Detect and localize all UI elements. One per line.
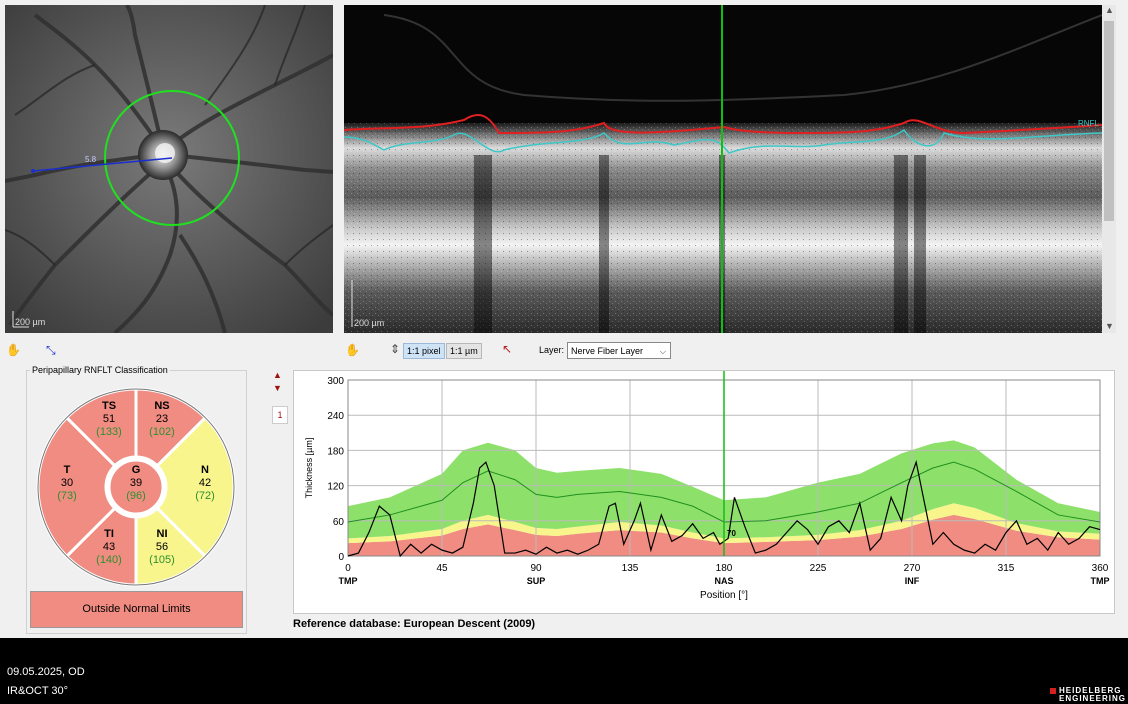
sector-t-ref: (73): [57, 490, 77, 502]
sector-g-ref: (96): [126, 490, 146, 502]
region-label-inf: INF: [905, 576, 920, 586]
footer-bar: 09.05.2025, OD IR&OCT 30° HEIDELBERG ENG…: [0, 638, 1128, 704]
thickness-chart: 0 45 90 135 180 225 270 315 360 0 60 120 180 240 300 70…: [304, 371, 1110, 601]
x-tick-label: 225: [810, 563, 827, 574]
logo-mark-icon: [1050, 688, 1056, 694]
sector-ns-value: 23: [156, 413, 168, 425]
move-down-icon[interactable]: ▼: [273, 383, 282, 393]
classification-result: Outside Normal Limits: [30, 591, 243, 628]
bscan-picture: [344, 5, 1103, 333]
pan-hand-icon[interactable]: ✋: [6, 343, 21, 357]
micron-scale-button[interactable]: 1:1 µm: [446, 343, 482, 359]
sector-ti-label: TI: [104, 528, 114, 540]
scroll-up-icon[interactable]: ▲: [1105, 5, 1114, 15]
cursor-tool-icon[interactable]: ↖: [502, 342, 512, 356]
sector-ns-label: NS: [154, 400, 169, 412]
y-axis-label: Thickness [µm]: [304, 438, 314, 499]
rnfl-label: RNFL: [1078, 119, 1099, 128]
sector-t-label: T: [64, 464, 71, 476]
sector-ts-ref: (133): [96, 426, 122, 438]
x-tick-label: 0: [345, 563, 351, 574]
sector-ti-value: 43: [103, 541, 115, 553]
sector-ni-value: 56: [156, 541, 168, 553]
sector-n-label: N: [201, 464, 209, 476]
sector-ns-ref: (102): [149, 426, 175, 438]
distance-label: 5.8: [85, 155, 97, 164]
x-tick-label: 45: [436, 563, 448, 574]
x-axis-label: Position [°]: [700, 590, 748, 601]
x-tick-label: 315: [998, 563, 1015, 574]
sector-ti-ref: (140): [96, 554, 122, 566]
region-label-tmp: TMP: [1091, 576, 1110, 586]
vertical-fit-icon[interactable]: ⇕: [390, 342, 400, 356]
bscan-scalebar-label: 200 µm: [354, 318, 385, 328]
y-tick-label: 240: [327, 411, 344, 422]
region-label-nas: NAS: [714, 576, 733, 586]
bscan-scrollbar[interactable]: ▲ ▼: [1102, 5, 1116, 333]
modality-label: IR&OCT 30°: [7, 685, 69, 697]
fundus-picture: [5, 5, 333, 333]
sector-n-ref: (72): [195, 490, 215, 502]
bscan-pan-hand-icon[interactable]: ✋: [345, 343, 360, 357]
region-label-tmp: TMP: [339, 576, 358, 586]
page-marker[interactable]: 1: [272, 406, 288, 424]
fundus-image[interactable]: 5.8 200 µm: [5, 5, 333, 333]
pixel-scale-button[interactable]: 1:1 pixel: [403, 343, 445, 359]
scroll-down-icon[interactable]: ▼: [1105, 321, 1114, 331]
layer-select-value: Nerve Fiber Layer: [571, 346, 644, 356]
sector-ni-ref: (105): [149, 554, 175, 566]
layer-select[interactable]: Nerve Fiber Layer ⌵: [567, 342, 671, 359]
cursor-value: 70: [727, 529, 736, 538]
chevron-down-icon: ⌵: [659, 347, 666, 356]
move-up-icon[interactable]: ▲: [273, 370, 282, 380]
classification-title: Peripapillary RNFLT Classification: [30, 365, 170, 375]
scrollbar-thumb[interactable]: [1104, 21, 1114, 221]
exam-date: 09.05.2025, OD: [7, 666, 85, 678]
x-tick-label: 90: [530, 563, 542, 574]
y-tick-label: 120: [327, 482, 344, 493]
y-tick-label: 0: [338, 552, 344, 563]
sector-ni-label: NI: [157, 528, 168, 540]
sector-t-value: 30: [61, 477, 73, 489]
fundus-scalebar-label: 200 µm: [15, 317, 46, 327]
y-tick-label: 60: [333, 517, 345, 528]
layer-label: Layer:: [539, 345, 565, 355]
x-tick-label: 135: [622, 563, 639, 574]
measure-cursor-icon[interactable]: ⤡: [46, 343, 56, 358]
y-tick-label: 300: [327, 376, 344, 387]
sector-g-label: G: [132, 464, 141, 476]
brand-line2: ENGINEERING: [1059, 694, 1127, 703]
reference-database: Reference database: European Descent (20…: [293, 618, 536, 630]
x-tick-label: 360: [1092, 563, 1109, 574]
sector-diagram: TS51(133) NS23(102) N42(72) NI56(105) TI43(1…: [36, 387, 236, 587]
region-label-sup: SUP: [527, 576, 546, 586]
sector-g-value: 39: [130, 477, 142, 489]
sector-ts-value: 51: [103, 413, 115, 425]
rnfl-thickness-graph: 0 45 90 135 180 225 270 315 360 0 60 120 180 240 300 70…: [293, 370, 1115, 614]
bscan-image[interactable]: RNFL 200 µm ▲ ▼: [344, 5, 1116, 333]
y-tick-label: 180: [327, 446, 344, 457]
x-tick-label: 270: [904, 563, 921, 574]
x-tick-label: 180: [716, 563, 733, 574]
sector-n-value: 42: [199, 477, 211, 489]
sector-ts-label: TS: [102, 400, 116, 412]
